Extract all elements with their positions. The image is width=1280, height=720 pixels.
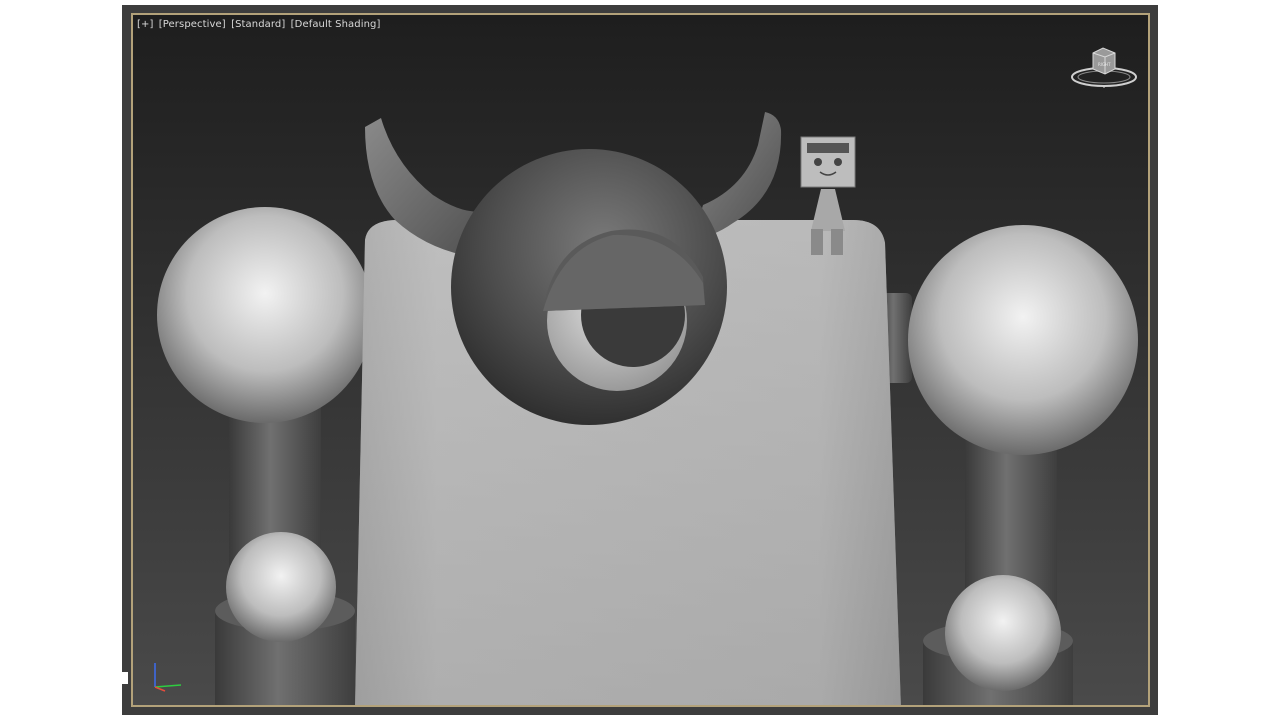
right-arm (878, 225, 1138, 691)
perspective-viewport[interactable]: [+] [Perspective] [Standard] [Default Sh… (131, 13, 1150, 707)
axis-tripod-icon (154, 663, 182, 692)
viewcube-icon[interactable]: RIGHT (1071, 45, 1141, 93)
3d-scene[interactable] (133, 15, 1150, 707)
viewcube-face-label: RIGHT (1098, 62, 1111, 67)
frame-notch (122, 672, 128, 684)
left-arm (157, 207, 373, 642)
